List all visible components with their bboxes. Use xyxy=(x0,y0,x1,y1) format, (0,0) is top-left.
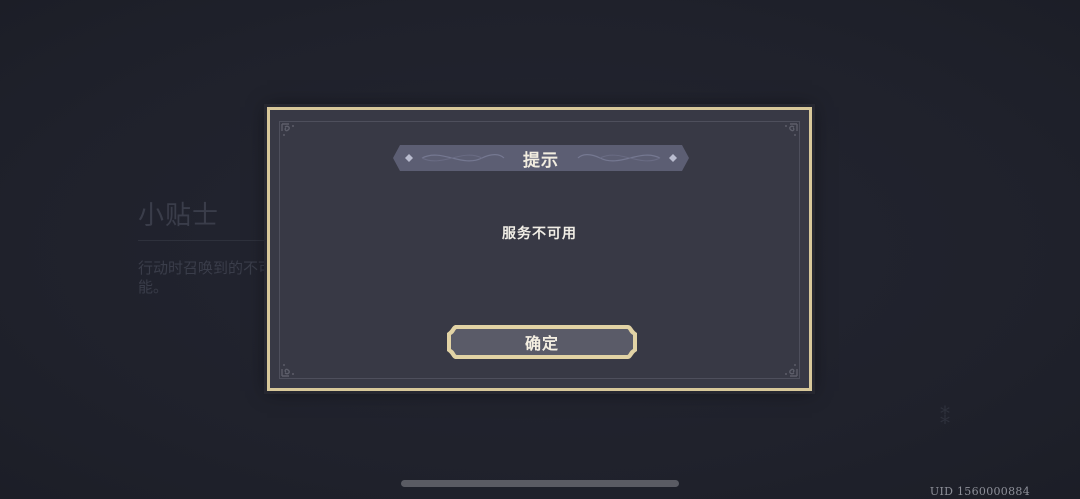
dialog-title-banner: 提示 xyxy=(392,142,690,174)
dialog-message: 服务不可用 xyxy=(502,226,577,242)
background-ornament-icon: ⁑ xyxy=(940,405,950,429)
ornament-corner-icon xyxy=(779,358,799,378)
game-screen: 小贴士 行动时召唤到的不可能。 ⁑ 提示 服务不可用 确定 UID 156000… xyxy=(0,0,1080,499)
home-indicator-bar[interactable] xyxy=(401,480,679,487)
dialog-title: 提示 xyxy=(523,150,559,171)
ornament-corner-icon xyxy=(280,358,300,378)
background-tip-body: 行动时召唤到的不可能。 xyxy=(138,259,274,296)
ornament-corner-icon xyxy=(280,122,300,142)
background-tip-panel: 小贴士 行动时召唤到的不可能。 xyxy=(138,195,278,297)
ornament-corner-icon xyxy=(779,122,799,142)
alert-dialog: 提示 服务不可用 确定 xyxy=(267,107,812,391)
confirm-button[interactable]: 确定 xyxy=(446,324,638,360)
confirm-button-label: 确定 xyxy=(524,334,559,353)
uid-label: UID 1560000884 xyxy=(929,485,1030,498)
background-tip-title: 小贴士 xyxy=(138,195,268,241)
